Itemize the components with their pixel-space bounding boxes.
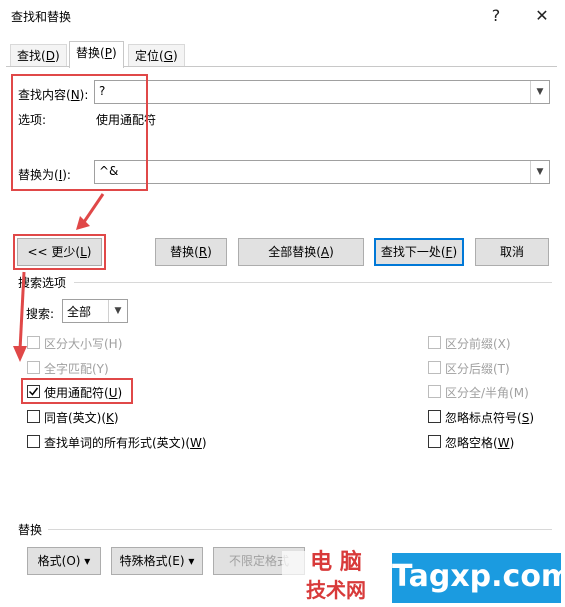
chevron-down-icon[interactable]: ▼ <box>530 161 549 183</box>
checkbox[interactable] <box>27 361 40 374</box>
divider <box>48 529 552 530</box>
watermark-cn-1: 电 脑 <box>282 551 390 575</box>
window-title: 查找和替换 <box>11 10 72 24</box>
chevron-down-icon[interactable]: ▼ <box>108 300 127 322</box>
checkbox[interactable] <box>428 410 441 423</box>
cancel-button[interactable]: 取消 <box>475 238 549 266</box>
replace-section-heading: 替换 <box>18 523 43 537</box>
checkbox[interactable] <box>428 435 441 448</box>
chevron-down-icon[interactable]: ▼ <box>530 81 549 103</box>
checkbox[interactable] <box>27 435 40 448</box>
tab-find[interactable]: 查找(D) <box>10 44 67 67</box>
divider <box>74 282 552 283</box>
watermark-logo: Tagxp.com <box>392 553 565 603</box>
close-button[interactable]: ✕ <box>530 4 554 28</box>
tab-replace[interactable]: 替换(P) <box>69 41 124 68</box>
replace-input[interactable]: ^& ▼ <box>94 160 550 184</box>
search-direction-select[interactable]: 全部 ▼ <box>62 299 128 323</box>
checkbox[interactable] <box>27 410 40 423</box>
title-bar <box>0 0 565 32</box>
checkbox[interactable] <box>428 385 441 398</box>
checkbox[interactable] <box>27 336 40 349</box>
find-input[interactable]: ? ▼ <box>94 80 550 104</box>
highlight-box-fields <box>11 74 148 191</box>
checkbox[interactable] <box>428 361 441 374</box>
replace-all-button[interactable]: 全部替换(A) <box>238 238 364 266</box>
checkbox[interactable] <box>428 336 441 349</box>
watermark-cn-2: 技术网 <box>282 578 390 602</box>
tab-goto[interactable]: 定位(G) <box>128 44 185 67</box>
highlight-box-wildcards <box>21 378 133 404</box>
replace-button[interactable]: 替换(R) <box>155 238 227 266</box>
arrow-icon <box>13 271 27 362</box>
help-button[interactable]: ? <box>484 4 508 28</box>
arrow-icon <box>76 193 105 230</box>
find-next-button[interactable]: 查找下一处(F) <box>374 238 464 266</box>
special-button[interactable]: 特殊格式(E) ▾ <box>111 547 203 575</box>
format-button[interactable]: 格式(O) ▾ <box>27 547 101 575</box>
